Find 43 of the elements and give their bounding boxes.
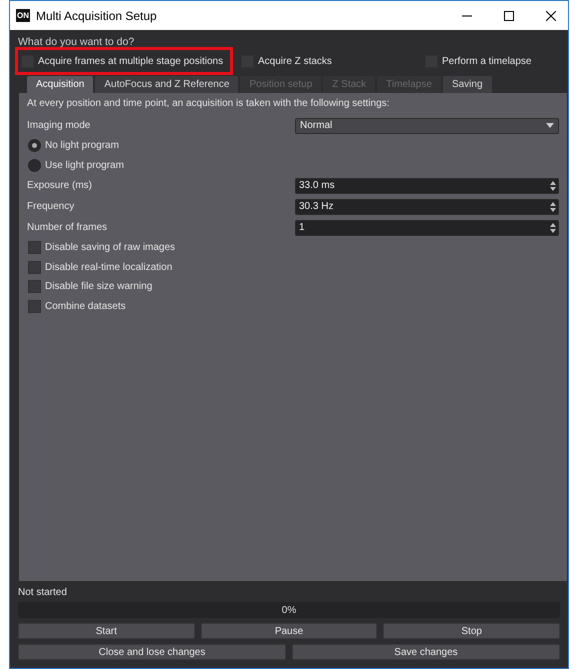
run-button[interactable]: Start <box>18 623 195 639</box>
spin-box[interactable]: 33.0 ms <box>295 178 559 194</box>
checkbox-label[interactable]: Acquire frames at multiple stage positions <box>38 56 224 66</box>
checkbox-label[interactable]: Disable saving of raw images <box>45 242 176 254</box>
radio-label[interactable]: No light program <box>45 140 119 152</box>
checkbox[interactable] <box>28 280 41 294</box>
checkbox-label[interactable]: Acquire Z stacks <box>258 56 332 66</box>
field-label: Imaging mode <box>27 120 92 131</box>
field-label: Exposure (ms) <box>27 180 94 191</box>
checkbox[interactable] <box>28 300 41 313</box>
progress-text: 0% <box>282 604 296 616</box>
dialog-button[interactable]: Close and lose changes <box>18 644 286 660</box>
spin-box[interactable]: 30.3 Hz <box>295 198 559 214</box>
checkbox-label[interactable]: Disable file size warning <box>45 281 152 292</box>
spin-arrows-icon[interactable] <box>548 200 558 214</box>
field-label: Number of frames <box>27 222 108 233</box>
close-icon <box>546 10 556 20</box>
checkbox-label[interactable]: Disable real-time localization <box>45 262 172 273</box>
checkbox[interactable] <box>28 241 41 254</box>
status-text: Not started <box>18 587 68 598</box>
radio-button[interactable] <box>28 139 41 152</box>
dialog-button[interactable]: Save changes <box>292 644 560 660</box>
radio-label[interactable]: Use light program <box>45 160 124 171</box>
intro-text: At every position and time point, an acquisition is taken with the following settings: <box>27 98 390 111</box>
window-title: Multi Acquisition Setup <box>36 8 158 22</box>
caret-icon <box>546 123 554 128</box>
spin-arrows-icon[interactable] <box>548 220 558 234</box>
run-button[interactable]: Stop <box>383 623 560 639</box>
checkbox-label[interactable]: Combine datasets <box>45 300 126 312</box>
tab[interactable]: Saving <box>442 76 492 93</box>
imaging-mode-dropdown[interactable]: Normal <box>295 118 559 134</box>
tab[interactable]: Acquisition <box>27 76 94 93</box>
app-logo: ON <box>16 9 30 22</box>
radio-button[interactable] <box>28 158 41 172</box>
tab[interactable]: AutoFocus and Z Reference <box>95 76 238 93</box>
maximize-icon <box>504 10 514 20</box>
checkbox-label[interactable]: Perform a timelapse <box>442 56 532 66</box>
run-button[interactable]: Pause <box>200 623 378 639</box>
field-label: Frequency <box>27 201 76 212</box>
checkbox[interactable] <box>28 260 41 274</box>
spin-arrows-icon[interactable] <box>548 178 558 192</box>
spin-box[interactable]: 1 <box>295 220 559 236</box>
prompt-text: What do you want to do? <box>18 36 136 48</box>
